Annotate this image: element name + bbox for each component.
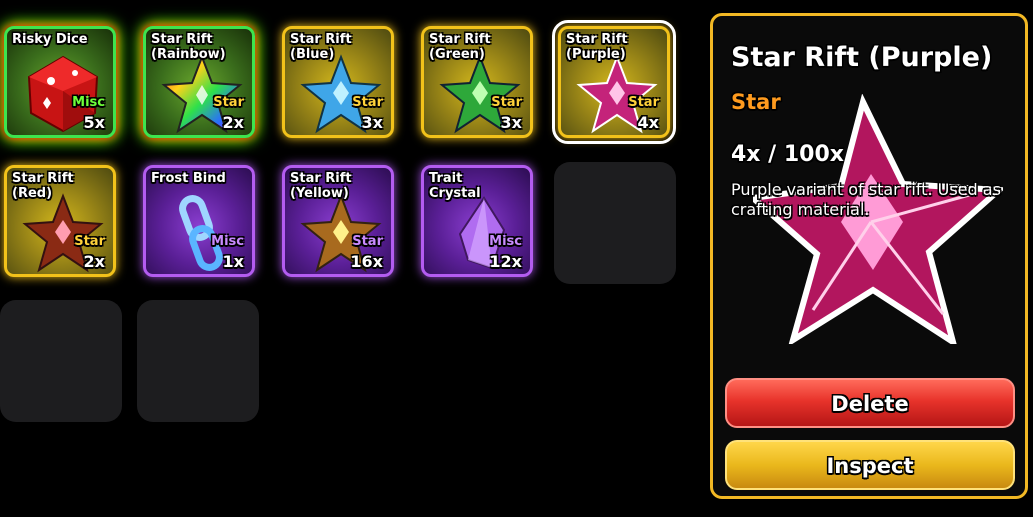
item-count: 2x (222, 113, 244, 132)
item-count: 2x (83, 252, 105, 271)
inventory-slot-star-rift-purple[interactable]: Star Rift (Purple) Star 4x (552, 20, 676, 144)
inventory-slot-trait-crystal[interactable]: Trait Crystal Misc 12x (421, 165, 533, 277)
inventory-slot-frost-bind[interactable]: Frost Bind Misc 1x (143, 165, 255, 277)
detail-description: Purple variant of star rift. Used as cra… (731, 180, 1001, 219)
item-type: Star (213, 95, 244, 110)
item-name: Risky Dice (12, 32, 88, 47)
item-count: 5x (83, 113, 105, 132)
item-count: 4x (637, 113, 659, 132)
item-count: 12x (489, 252, 522, 271)
item-name: Star Rift (Blue) (290, 32, 352, 62)
inspect-button[interactable]: Inspect (725, 440, 1015, 490)
item-name: Trait Crystal (429, 171, 481, 201)
item-type: Star (352, 95, 383, 110)
item-name: Star Rift (Red) (12, 171, 74, 201)
item-name: Star Rift (Purple) (566, 32, 628, 62)
inventory-slot-risky-dice[interactable]: Risky Dice Misc 5x (4, 26, 116, 138)
detail-title: Star Rift (Purple) (731, 42, 993, 73)
inventory-slot-star-rift-rainbow[interactable]: Star Rift (Rainbow) Star 2x (143, 26, 255, 138)
item-count: 16x (350, 252, 383, 271)
inventory-slot-empty[interactable] (0, 300, 122, 422)
delete-button[interactable]: Delete (725, 378, 1015, 428)
item-name: Star Rift (Rainbow) (151, 32, 226, 62)
inventory-slot-empty[interactable] (554, 162, 676, 284)
item-name: Star Rift (Green) (429, 32, 491, 62)
item-type: Misc (72, 95, 105, 110)
item-name: Frost Bind (151, 171, 226, 186)
item-detail-panel: Star Rift (Purple) Star 4x / 100x Purple… (710, 13, 1028, 499)
item-name: Star Rift (Yellow) (290, 171, 352, 201)
item-type: Misc (211, 234, 244, 249)
item-type: Star (628, 95, 659, 110)
item-count: 3x (361, 113, 383, 132)
item-type: Star (74, 234, 105, 249)
item-type: Star (491, 95, 522, 110)
item-type: Misc (489, 234, 522, 249)
item-count: 1x (222, 252, 244, 271)
inventory-slot-star-rift-yellow[interactable]: Star Rift (Yellow) Star 16x (282, 165, 394, 277)
item-count: 3x (500, 113, 522, 132)
inventory-slot-star-rift-red[interactable]: Star Rift (Red) Star 2x (4, 165, 116, 277)
item-type: Star (352, 234, 383, 249)
inventory-slot-empty[interactable] (137, 300, 259, 422)
inventory-slot-star-rift-green[interactable]: Star Rift (Green) Star 3x (421, 26, 533, 138)
inventory-slot-star-rift-blue[interactable]: Star Rift (Blue) Star 3x (282, 26, 394, 138)
